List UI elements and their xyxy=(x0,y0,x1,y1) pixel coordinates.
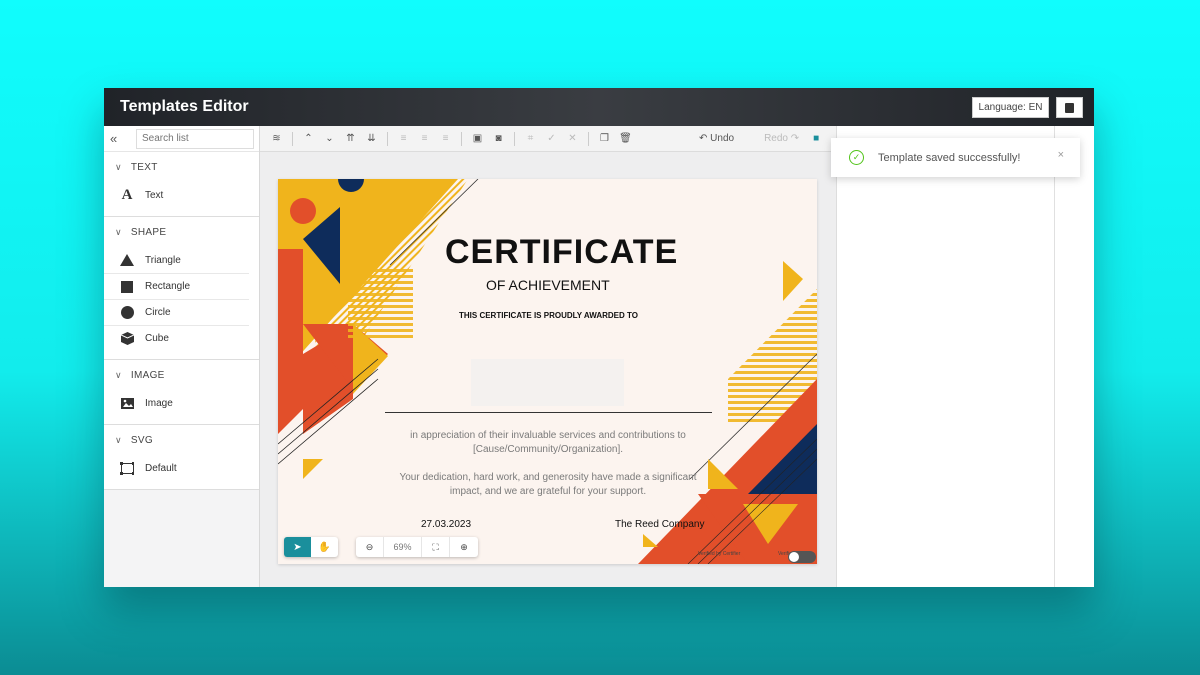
undo-icon: ↶ xyxy=(699,133,711,144)
divider xyxy=(514,131,515,146)
undo-button[interactable]: ↶ Undo xyxy=(699,133,734,144)
divider xyxy=(461,131,462,146)
divider xyxy=(387,131,388,146)
zoom-value: 69% xyxy=(384,537,422,557)
title-bar: Templates Editor Language: EN xyxy=(104,88,1094,126)
vector-icon xyxy=(120,461,134,475)
group-image: ∨ IMAGE Image xyxy=(104,360,259,425)
align-center-icon[interactable]: ≡ xyxy=(414,129,435,149)
send-backward-icon[interactable]: ⌄ xyxy=(319,129,340,149)
properties-panel xyxy=(836,126,1094,587)
close-icon[interactable]: × xyxy=(1058,149,1064,161)
group-svg: ∨ SVG Default xyxy=(104,425,259,490)
send-to-back-icon[interactable]: ⇊ xyxy=(361,129,382,149)
redo-icon: ↷ xyxy=(787,133,800,144)
sidebar-item-image[interactable]: Image xyxy=(104,390,249,416)
comments-icon[interactable]: ◙ xyxy=(488,129,509,149)
pointer-mode-group: ➤ ✋ xyxy=(284,537,338,557)
check-circle-icon: ✓ xyxy=(849,150,864,165)
crop-icon[interactable]: ⌗ xyxy=(520,129,541,149)
dedication-paragraph[interactable]: Your dedication, hard work, and generosi… xyxy=(390,471,706,499)
chevron-down-icon: ∨ xyxy=(115,369,122,380)
company-name[interactable]: The Reed Company xyxy=(615,519,705,530)
divider xyxy=(588,131,589,146)
zoom-out-icon[interactable]: ⊖ xyxy=(356,537,384,557)
sidebar-item-text[interactable]: A Text xyxy=(104,182,249,208)
group-header-shape[interactable]: ∨ SHAPE xyxy=(104,217,259,247)
toggle-knob xyxy=(789,552,799,562)
sidebar-item-rectangle[interactable]: Rectangle xyxy=(104,273,249,299)
search-input[interactable] xyxy=(136,128,254,149)
pointer-icon[interactable]: ➤ xyxy=(284,537,311,557)
app-title: Templates Editor xyxy=(120,98,249,115)
group-header-image[interactable]: ∨ IMAGE xyxy=(104,360,259,390)
sidebar-item-default[interactable]: Default xyxy=(104,455,249,481)
certificate-subtitle[interactable]: OF ACHIEVEMENT xyxy=(486,277,610,293)
chevron-down-icon: ∨ xyxy=(115,434,122,445)
zoom-in-icon[interactable]: ⊕ xyxy=(450,537,478,557)
certificate-date[interactable]: 27.03.2023 xyxy=(421,519,471,530)
certificate-canvas[interactable]: CERTIFICATE OF ACHIEVEMENT THIS CERTIFIC… xyxy=(278,179,817,564)
trash-icon[interactable]: 🗑 xyxy=(615,129,636,149)
chevron-down-icon: ∨ xyxy=(115,226,122,237)
square-icon xyxy=(120,280,134,293)
zoom-controls: ⊖ 69% ⛶ ⊕ xyxy=(356,537,478,557)
group-header-text[interactable]: ∨ TEXT xyxy=(104,152,259,182)
layers-icon[interactable]: ≋ xyxy=(266,129,287,149)
appreciation-paragraph[interactable]: in appreciation of their invaluable serv… xyxy=(390,429,706,457)
redo-button[interactable]: Redo ↷ xyxy=(764,133,799,144)
group-text: ∨ TEXT A Text xyxy=(104,152,259,217)
save-icon[interactable]: ■ xyxy=(813,133,819,144)
success-toast: ✓ Template saved successfully! × xyxy=(831,138,1080,177)
triangle-icon xyxy=(120,254,134,266)
editor-area: ≋ ⌃ ⌄ ⇈ ⇊ ≡ ≡ ≡ ▣ ◙ ⌗ ✓ ✕ ❐ 🗑 ↶ Undo Red… xyxy=(260,126,836,587)
book-icon xyxy=(1065,102,1074,113)
sidebar-item-triangle[interactable]: Triangle xyxy=(104,247,249,273)
awarded-line[interactable]: THIS CERTIFICATE IS PROUDLY AWARDED TO xyxy=(459,311,638,320)
align-left-icon[interactable]: ≡ xyxy=(393,129,414,149)
bring-forward-icon[interactable]: ⌃ xyxy=(298,129,319,149)
image-icon xyxy=(120,397,134,409)
name-underline xyxy=(385,412,712,413)
close-icon[interactable]: ✕ xyxy=(562,129,583,149)
element-sidebar: « ∨TEXT A Text ∨SHAPE Triangle Rectangle… xyxy=(104,126,260,587)
divider xyxy=(292,131,293,146)
toast-message: Template saved successfully! xyxy=(878,151,1021,164)
hand-icon[interactable]: ✋ xyxy=(311,537,338,557)
double-chevron-left-icon[interactable]: « xyxy=(110,131,126,146)
fit-screen-icon[interactable]: ⛶ xyxy=(422,537,450,557)
editor-toolbar: ≋ ⌃ ⌄ ⇈ ⇊ ≡ ≡ ≡ ▣ ◙ ⌗ ✓ ✕ ❐ 🗑 ↶ Undo Red… xyxy=(260,126,836,152)
text-icon: A xyxy=(121,186,133,203)
check-icon[interactable]: ✓ xyxy=(541,129,562,149)
footer-left-mark: Verified by Certifier xyxy=(698,551,741,557)
bring-to-front-icon[interactable]: ⇈ xyxy=(340,129,361,149)
copy-icon[interactable]: ❐ xyxy=(594,129,615,149)
image-frame-icon[interactable]: ▣ xyxy=(467,129,488,149)
group-shape: ∨ SHAPE Triangle Rectangle Circle Cube xyxy=(104,217,259,360)
certificate-title[interactable]: CERTIFICATE xyxy=(445,233,678,272)
preview-toggle[interactable] xyxy=(788,551,816,563)
chevron-down-icon: ∨ xyxy=(115,161,122,172)
sidebar-item-cube[interactable]: Cube xyxy=(104,325,249,351)
group-header-svg[interactable]: ∨ SVG xyxy=(104,425,259,455)
properties-strip xyxy=(1054,126,1094,587)
book-button[interactable] xyxy=(1056,97,1083,118)
language-button[interactable]: Language: EN xyxy=(972,97,1049,118)
circle-icon xyxy=(120,306,134,319)
recipient-name-placeholder[interactable] xyxy=(471,359,624,406)
sidebar-item-circle[interactable]: Circle xyxy=(104,299,249,325)
align-right-icon[interactable]: ≡ xyxy=(435,129,456,149)
cube-icon xyxy=(120,332,134,345)
